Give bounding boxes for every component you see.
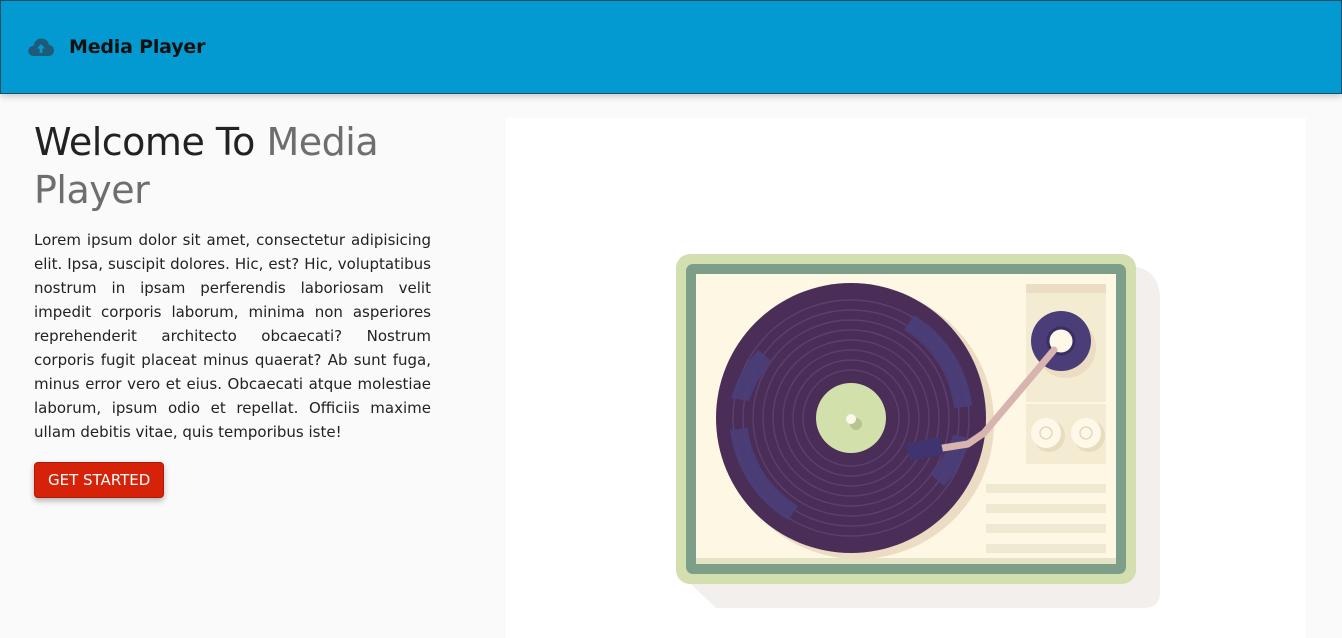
intro-section: Welcome To Media Player Lorem ipsum dolo…	[34, 118, 431, 498]
top-navbar: Media Player	[0, 0, 1342, 94]
brand-title: Media Player	[69, 36, 206, 58]
hero-illustration-panel	[506, 118, 1306, 638]
intro-description: Lorem ipsum dolor sit amet, consectetur …	[34, 231, 431, 441]
get-started-button[interactable]: GET STARTED	[34, 462, 165, 498]
cloud-upload-icon	[27, 37, 55, 57]
brand-link[interactable]: Media Player	[27, 36, 205, 58]
speaker-grille	[986, 484, 1106, 493]
page-headline: Welcome To Media Player	[34, 118, 431, 214]
main-content: Welcome To Media Player Lorem ipsum dolo…	[0, 94, 1342, 638]
record-player-illustration	[676, 254, 1160, 608]
headline-prefix: Welcome To	[34, 120, 267, 164]
record-spindle	[846, 414, 856, 424]
